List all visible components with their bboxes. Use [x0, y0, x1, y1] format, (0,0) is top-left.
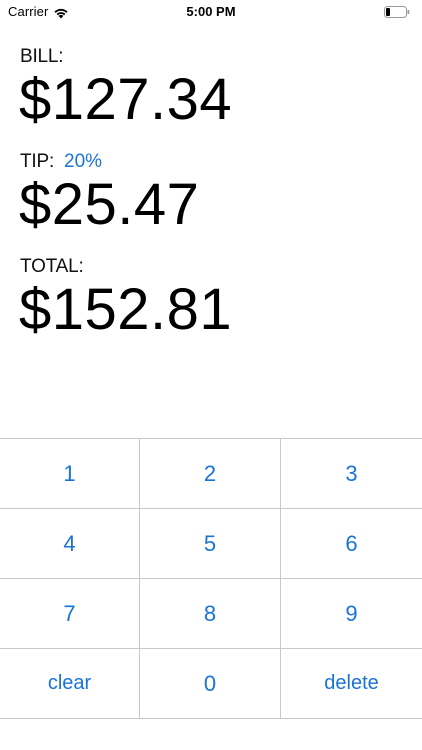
bill-label: BILL:: [20, 46, 64, 67]
key-7[interactable]: 7: [0, 579, 140, 649]
tip-block: TIP: 20% $25.47: [19, 151, 410, 256]
key-4[interactable]: 4: [0, 509, 140, 579]
tip-label: TIP:: [20, 151, 55, 172]
tip-amount: $25.47: [19, 172, 200, 237]
clock: 5:00 PM: [186, 4, 236, 19]
key-0[interactable]: 0: [140, 649, 281, 719]
clear-button[interactable]: clear: [0, 649, 140, 719]
tip-percent-button[interactable]: 20%: [64, 151, 102, 173]
total-label: TOTAL:: [20, 256, 84, 277]
bill-block: BILL: $127.34: [19, 46, 410, 151]
amount-display: BILL: $127.34 TIP: 20% $25.47 TOTAL: $15…: [19, 46, 410, 361]
keypad: 1 2 3 4 5 6 7 8 9 clear 0 delete: [0, 438, 422, 721]
key-8[interactable]: 8: [140, 579, 281, 649]
status-bar: Carrier 5:00 PM: [0, 0, 422, 24]
battery-icon: [384, 5, 410, 18]
key-1[interactable]: 1: [0, 439, 140, 509]
bill-label-row: BILL:: [20, 46, 410, 68]
delete-button[interactable]: delete: [281, 649, 422, 719]
total-amount: $152.81: [19, 277, 233, 342]
tip-label-row: TIP: 20%: [20, 151, 410, 173]
total-label-row: TOTAL:: [20, 256, 410, 278]
key-5[interactable]: 5: [140, 509, 281, 579]
total-block: TOTAL: $152.81: [19, 256, 410, 361]
bill-amount: $127.34: [19, 67, 233, 132]
key-3[interactable]: 3: [281, 439, 422, 509]
key-9[interactable]: 9: [281, 579, 422, 649]
key-2[interactable]: 2: [140, 439, 281, 509]
key-6[interactable]: 6: [281, 509, 422, 579]
